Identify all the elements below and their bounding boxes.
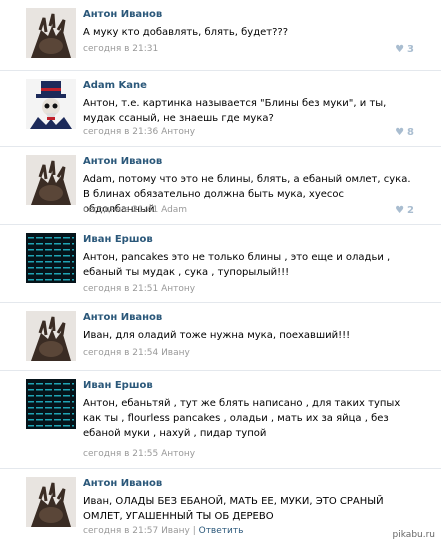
comment-item: Антон Иванов А муку кто добавлять, блять… bbox=[0, 0, 441, 71]
comment-item: Иван Ершов Антон, pancakes это не только… bbox=[0, 225, 441, 303]
author-name[interactable]: Антон Иванов bbox=[83, 9, 162, 20]
matrix-code-icon bbox=[26, 379, 76, 429]
comment-text: Иван, для оладий тоже нужна мука, поехав… bbox=[83, 330, 351, 341]
comment-text: Антон, т.е. картинка называется "Блины б… bbox=[83, 98, 387, 124]
heart-icon: ♥ bbox=[395, 44, 405, 55]
comment-text: Антон, pancakes это не только блины , эт… bbox=[83, 252, 391, 278]
heart-icon: ♥ bbox=[395, 205, 405, 216]
comment-date[interactable]: сегодня в 21:55 Антону bbox=[83, 449, 195, 459]
comment-item: Иван Ершов Антон, ебаньтяй , тут же блят… bbox=[0, 371, 441, 469]
comment-text: Антон, ебаньтяй , тут же блять написано … bbox=[83, 398, 401, 439]
author-name[interactable]: Антон Иванов bbox=[83, 156, 162, 167]
comment-date[interactable]: сегодня в 21:31 bbox=[83, 44, 158, 54]
avatar[interactable] bbox=[26, 79, 76, 129]
comment-item: Антон Иванов Adam, потому что это не бли… bbox=[0, 147, 441, 225]
watermark: pikabu.ru bbox=[392, 530, 435, 540]
avatar[interactable] bbox=[26, 379, 76, 429]
comment-date[interactable]: сегодня в 21:41 Adam bbox=[83, 205, 187, 215]
author-name[interactable]: Антон Иванов bbox=[83, 478, 162, 489]
like-count: 2 bbox=[407, 205, 414, 216]
hands-photo-icon bbox=[26, 311, 76, 361]
author-name[interactable]: Иван Ершов bbox=[83, 234, 153, 245]
uncle-sam-skull-icon bbox=[26, 79, 76, 129]
avatar[interactable] bbox=[26, 477, 76, 527]
avatar[interactable] bbox=[26, 8, 76, 58]
comment-text: Иван, ОЛАДЫ БЕЗ ЕБАНОЙ, МАТЬ ЕЕ, МУКИ, Э… bbox=[83, 496, 384, 522]
comment-item: Adam Kane Антон, т.е. картинка называетс… bbox=[0, 71, 441, 147]
like-button[interactable]: ♥ 8 bbox=[395, 127, 414, 138]
comment-date[interactable]: сегодня в 21:36 Антону bbox=[83, 127, 195, 137]
hands-photo-icon bbox=[26, 8, 76, 58]
comment-text: А муку кто добавлять, блять, будет??? bbox=[83, 27, 289, 38]
heart-icon: ♥ bbox=[395, 127, 405, 138]
comment-date[interactable]: сегодня в 21:57 Ивану bbox=[83, 526, 190, 536]
reply-link[interactable]: Ответить bbox=[199, 526, 244, 536]
like-count: 8 bbox=[407, 127, 414, 138]
comment-item: Антон Иванов Иван, для оладий тоже нужна… bbox=[0, 303, 441, 371]
comment-meta: сегодня в 21:57 Ивану | Ответить bbox=[83, 526, 243, 536]
like-button[interactable]: ♥ 3 bbox=[395, 44, 414, 55]
like-button[interactable]: ♥ 2 bbox=[395, 205, 414, 216]
comment-date[interactable]: сегодня в 21:54 Ивану bbox=[83, 348, 190, 358]
comment-item: Антон Иванов Иван, ОЛАДЫ БЕЗ ЕБАНОЙ, МАТ… bbox=[0, 469, 441, 544]
author-name[interactable]: Иван Ершов bbox=[83, 380, 153, 391]
author-name[interactable]: Adam Kane bbox=[83, 80, 147, 91]
avatar[interactable] bbox=[26, 155, 76, 205]
matrix-code-icon bbox=[26, 233, 76, 283]
avatar[interactable] bbox=[26, 233, 76, 283]
hands-photo-icon bbox=[26, 477, 76, 527]
like-count: 3 bbox=[407, 44, 414, 55]
comment-date[interactable]: сегодня в 21:51 Антону bbox=[83, 284, 195, 294]
author-name[interactable]: Антон Иванов bbox=[83, 312, 162, 323]
avatar[interactable] bbox=[26, 311, 76, 361]
hands-photo-icon bbox=[26, 155, 76, 205]
